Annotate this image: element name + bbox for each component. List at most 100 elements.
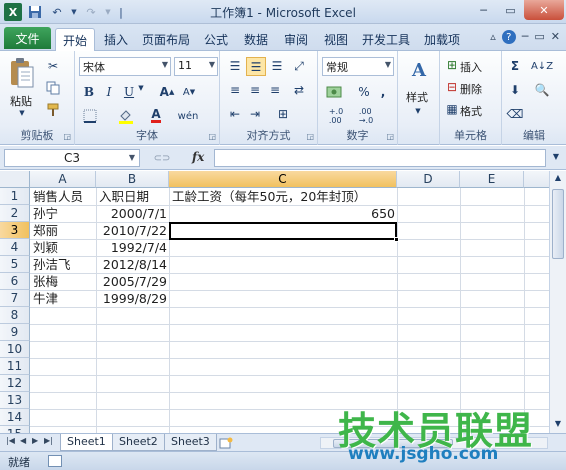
tab-addins[interactable]: 加载项 xyxy=(418,28,466,51)
row-header-4[interactable]: 4 xyxy=(0,239,30,256)
tab-home[interactable]: 开始 xyxy=(55,28,95,51)
percent-icon[interactable]: % xyxy=(356,83,372,101)
font-name-dropdown[interactable]: 宋体 ▼ xyxy=(79,57,171,76)
row-header-9[interactable]: 9 xyxy=(0,324,30,341)
formula-input[interactable] xyxy=(214,149,546,167)
decrease-indent-icon[interactable]: ⇤ xyxy=(226,105,244,123)
vertical-scroll-thumb[interactable] xyxy=(552,189,564,259)
number-launcher-icon[interactable]: ◲ xyxy=(386,132,394,141)
cell-b6[interactable]: 2005/7/29 xyxy=(96,273,167,290)
decrease-decimal-icon[interactable]: .00 →.0 xyxy=(354,107,378,125)
format-cells-label[interactable]: 格式 xyxy=(460,103,482,119)
cell-a1[interactable]: 销售人员 xyxy=(33,188,83,205)
paste-label[interactable]: 粘贴 xyxy=(10,93,32,109)
column-header-e[interactable]: E xyxy=(460,171,524,188)
tab-formulas[interactable]: 公式 xyxy=(198,28,234,51)
cell-a6[interactable]: 张梅 xyxy=(33,273,58,290)
alignment-launcher-icon[interactable]: ◲ xyxy=(306,132,314,141)
name-box[interactable]: C3 ▼ xyxy=(4,149,140,167)
find-select-icon[interactable]: 🔍 xyxy=(532,81,552,99)
tab-view[interactable]: 视图 xyxy=(318,28,354,51)
tab-data[interactable]: 数据 xyxy=(238,28,274,51)
styles-icon[interactable]: A xyxy=(406,57,432,83)
last-sheet-icon[interactable]: ▶| xyxy=(44,436,53,445)
doc-close-icon[interactable]: ✕ xyxy=(551,30,560,44)
minimize-button[interactable]: ─ xyxy=(470,0,497,20)
scroll-down-icon[interactable]: ▼ xyxy=(553,419,563,428)
cell-b5[interactable]: 2012/8/14 xyxy=(96,256,167,273)
align-center-icon[interactable]: ≡ xyxy=(246,81,264,99)
tab-insert[interactable]: 插入 xyxy=(98,28,134,51)
insert-cells-icon[interactable]: ⊞ xyxy=(444,57,460,73)
row-header-10[interactable]: 10 xyxy=(0,341,30,358)
row-header-7[interactable]: 7 xyxy=(0,290,30,307)
help-icon[interactable]: ? xyxy=(501,30,516,44)
doc-minimize-icon[interactable]: ─ xyxy=(522,30,529,44)
styles-label[interactable]: 样式 xyxy=(406,89,428,105)
macro-record-icon[interactable] xyxy=(48,455,62,467)
cell-b1[interactable]: 入职日期 xyxy=(99,188,149,205)
underline-icon[interactable]: U xyxy=(121,83,137,101)
expand-formula-bar-icon[interactable]: ▼ xyxy=(550,152,562,161)
cut-icon[interactable]: ✂ xyxy=(44,57,62,75)
next-sheet-icon[interactable]: ▶ xyxy=(32,436,38,445)
formula-bar-splitter-icon[interactable]: ⊂⊃ xyxy=(148,150,176,166)
row-header-11[interactable]: 11 xyxy=(0,358,30,375)
clipboard-launcher-icon[interactable]: ◲ xyxy=(63,132,71,141)
cell-a2[interactable]: 孙宁 xyxy=(33,205,58,222)
fill-handle[interactable] xyxy=(394,237,399,242)
align-middle-icon[interactable]: ☰ xyxy=(246,57,266,76)
cell-a5[interactable]: 孙洁飞 xyxy=(33,256,71,273)
decrease-font-icon[interactable]: A ▼ xyxy=(181,83,197,101)
insert-function-button[interactable]: fx xyxy=(192,150,204,164)
font-color-icon[interactable]: A xyxy=(147,106,165,124)
sheet-tab-sheet3[interactable]: Sheet3 xyxy=(164,434,217,451)
row-header-3[interactable]: 3 xyxy=(0,222,30,239)
column-header-a[interactable]: A xyxy=(30,171,96,188)
column-header-b[interactable]: B xyxy=(96,171,169,188)
insert-sheet-icon[interactable] xyxy=(218,435,234,450)
phonetic-icon[interactable]: wén xyxy=(178,107,199,125)
increase-font-icon[interactable]: A ▲ xyxy=(159,83,175,101)
sort-filter-icon[interactable]: A↓Z xyxy=(531,57,553,75)
first-sheet-icon[interactable]: |◀ xyxy=(6,436,15,445)
insert-cells-label[interactable]: 插入 xyxy=(460,59,482,75)
number-format-dropdown[interactable]: 常规 ▼ xyxy=(322,57,394,76)
cell-c1[interactable]: 工龄工资（每年50元，20年封顶） xyxy=(172,188,366,205)
row-header-13[interactable]: 13 xyxy=(0,392,30,409)
row-header-14[interactable]: 14 xyxy=(0,409,30,426)
delete-cells-icon[interactable]: ⊟ xyxy=(444,79,460,95)
align-bottom-icon[interactable]: ☰ xyxy=(268,57,286,75)
active-cell-c3[interactable] xyxy=(169,222,397,240)
fill-icon[interactable]: ⬇ xyxy=(506,81,524,99)
cell-b4[interactable]: 1992/7/4 xyxy=(96,239,167,256)
row-header-12[interactable]: 12 xyxy=(0,375,30,392)
cell-b2[interactable]: 2000/7/1 xyxy=(96,205,167,222)
row-header-15[interactable]: 15 xyxy=(0,426,30,433)
format-cells-icon[interactable]: ▦ xyxy=(444,101,460,117)
styles-dropdown-icon[interactable]: ▼ xyxy=(414,107,422,115)
delete-cells-label[interactable]: 删除 xyxy=(460,81,482,97)
copy-icon[interactable] xyxy=(44,79,62,97)
tab-file[interactable]: 文件 xyxy=(4,27,51,49)
align-top-icon[interactable]: ☰ xyxy=(226,57,244,75)
increase-decimal-icon[interactable]: +.0.00 xyxy=(324,107,348,125)
worksheet-grid[interactable]: A B C D E 1 2 3 4 5 6 7 8 9 10 11 12 13 … xyxy=(0,171,566,433)
tab-review[interactable]: 审阅 xyxy=(278,28,314,51)
font-launcher-icon[interactable]: ◲ xyxy=(208,132,216,141)
cell-a4[interactable]: 刘颖 xyxy=(33,239,58,256)
align-left-icon[interactable]: ≡ xyxy=(226,81,244,99)
row-header-6[interactable]: 6 xyxy=(0,273,30,290)
sheet-tab-sheet2[interactable]: Sheet2 xyxy=(112,434,165,451)
column-header-d[interactable]: D xyxy=(397,171,460,188)
cell-b7[interactable]: 1999/8/29 xyxy=(96,290,167,307)
format-painter-icon[interactable] xyxy=(44,101,62,119)
scroll-up-icon[interactable]: ▲ xyxy=(553,173,563,182)
font-size-dropdown[interactable]: 11 ▼ xyxy=(174,57,218,76)
borders-icon[interactable] xyxy=(81,107,99,125)
tab-page-layout[interactable]: 页面布局 xyxy=(138,28,194,51)
italic-icon[interactable]: I xyxy=(101,83,117,101)
paste-icon[interactable] xyxy=(8,55,36,91)
fill-color-icon[interactable] xyxy=(117,107,135,125)
underline-dropdown-icon[interactable]: ▼ xyxy=(137,84,145,92)
